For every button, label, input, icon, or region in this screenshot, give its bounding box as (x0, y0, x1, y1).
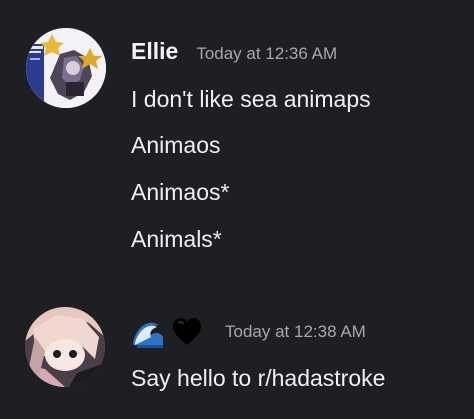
message-timestamp[interactable]: Today at 12:36 AM (196, 44, 337, 64)
message-line: Animals* (131, 226, 222, 252)
author-name[interactable]: Ellie (131, 38, 178, 65)
wave-emoji-icon (131, 315, 165, 349)
message-line: I don't like sea animaps (131, 86, 371, 112)
avatar-second-user[interactable] (25, 307, 105, 387)
author-emoji-name[interactable] (131, 315, 203, 349)
message-ellie: Ellie Today at 12:36 AM I don't like sea… (0, 0, 474, 270)
black-heart-emoji-icon (171, 316, 203, 348)
avatar-second-user-image (25, 307, 105, 387)
message-line: Say hello to r/hadastroke (131, 365, 386, 391)
message-timestamp[interactable]: Today at 12:38 AM (225, 322, 366, 342)
message-line: Animaos (131, 132, 221, 158)
avatar-ellie[interactable] (26, 28, 106, 108)
avatar-ellie-image (26, 28, 106, 108)
message-second-user: Today at 12:38 AM Say hello to r/hadastr… (0, 295, 474, 419)
message-line: Animaos* (131, 179, 230, 205)
